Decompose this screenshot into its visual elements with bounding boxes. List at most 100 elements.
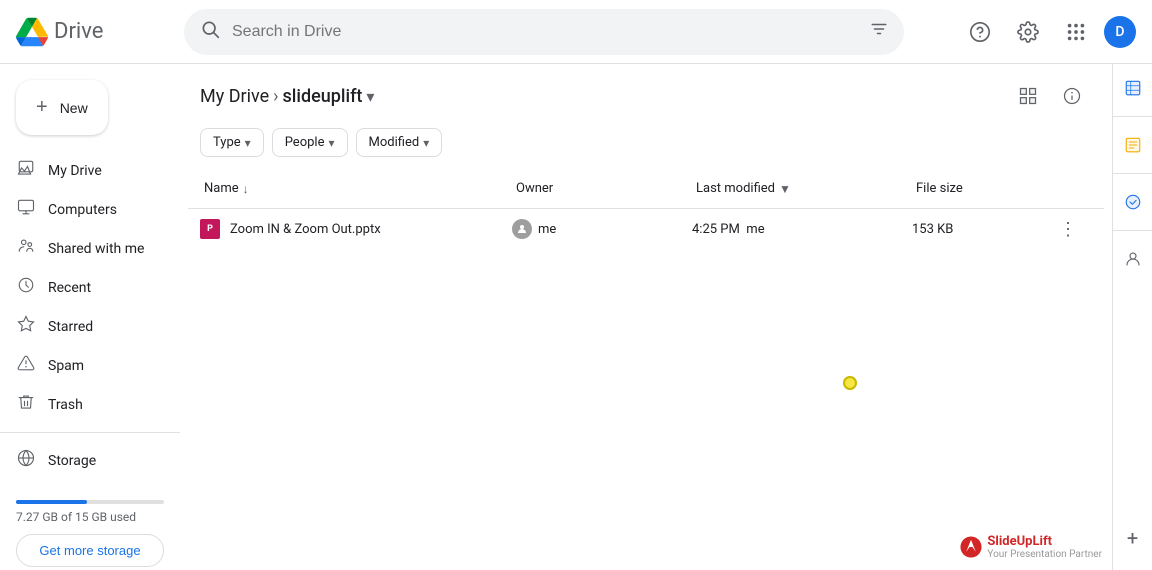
rp-contacts-icon[interactable]: [1117, 243, 1149, 275]
storage-section: 7.27 GB of 15 GB used Get more storage: [0, 480, 180, 570]
storage-bar-bg: [16, 500, 164, 504]
file-modified: 4:25 PM me: [692, 222, 765, 237]
sidebar-item-spam[interactable]: Spam: [0, 346, 172, 385]
main-content: My Drive › slideuplift ▾ Type ▾: [180, 64, 1112, 570]
file-more-button[interactable]: ⋮: [1052, 213, 1084, 245]
help-button[interactable]: [960, 12, 1000, 52]
sidebar-item-trash-label: Trash: [48, 397, 83, 413]
file-modified-cell: 4:25 PM me: [692, 222, 912, 237]
sidebar-item-starred[interactable]: Starred: [0, 307, 172, 346]
breadcrumb-parent[interactable]: My Drive: [200, 86, 269, 107]
file-owner-cell: me: [512, 219, 692, 239]
rp-notes-icon[interactable]: [1117, 129, 1149, 161]
rp-divider-2: [1113, 173, 1152, 174]
filter-people[interactable]: People ▾: [272, 128, 348, 157]
col-owner-header[interactable]: Owner: [512, 173, 692, 204]
search-input[interactable]: [232, 23, 858, 41]
table-row[interactable]: P Zoom IN & Zoom Out.pptx me 4:25 PM me …: [188, 209, 1104, 249]
rp-add-button[interactable]: +: [1117, 522, 1149, 554]
new-plus-icon: +: [36, 96, 48, 119]
col-size-header[interactable]: File size: [912, 173, 1052, 204]
sidebar-item-recent[interactable]: Recent: [0, 268, 172, 307]
watermark-logo-icon: [959, 535, 983, 559]
file-size: 153 KB: [912, 222, 953, 237]
sidebar-item-my-drive-label: My Drive: [48, 163, 102, 179]
file-actions-cell: ⋮: [1052, 213, 1092, 245]
filter-type-label: Type: [213, 135, 241, 150]
sidebar-item-trash[interactable]: Trash: [0, 385, 172, 424]
filter-bar: Type ▾ People ▾ Modified ▾: [180, 116, 1112, 169]
sidebar-item-spam-label: Spam: [48, 358, 84, 374]
sidebar: + New My Drive Computers Shared with me: [0, 64, 180, 570]
topbar-right: D: [960, 12, 1136, 52]
col-name-label: Name: [204, 181, 239, 196]
col-owner-label: Owner: [516, 181, 553, 196]
filter-type[interactable]: Type ▾: [200, 128, 264, 157]
sidebar-item-shared[interactable]: Shared with me: [0, 229, 172, 268]
filter-modified[interactable]: Modified ▾: [356, 128, 443, 157]
owner-avatar: [512, 219, 532, 239]
col-modified-label: Last modified: [696, 181, 775, 196]
file-size-cell: 153 KB: [912, 222, 1052, 237]
col-modified-header[interactable]: Last modified ▼: [692, 173, 912, 204]
logo-area: Drive: [16, 16, 176, 48]
rp-divider-3: [1113, 230, 1152, 231]
app-title: Drive: [54, 19, 103, 44]
watermark-text: SlideUpLift Your Presentation Partner: [959, 533, 1102, 560]
rp-divider-1: [1113, 116, 1152, 117]
info-button[interactable]: [1052, 76, 1092, 116]
rp-sheets-icon[interactable]: [1117, 72, 1149, 104]
starred-icon: [16, 315, 36, 338]
file-name: Zoom IN & Zoom Out.pptx: [230, 222, 381, 237]
table-header: Name ↓ Owner Last modified ▼ File size: [188, 169, 1104, 209]
get-storage-button[interactable]: Get more storage: [16, 534, 164, 567]
rp-tasks-icon[interactable]: [1117, 186, 1149, 218]
sidebar-item-my-drive[interactable]: My Drive: [0, 151, 172, 190]
spam-icon: [16, 354, 36, 377]
topbar: Drive D: [0, 0, 1152, 64]
watermark-brand: SlideUpLift: [987, 534, 1052, 549]
breadcrumb-actions: [1008, 76, 1092, 116]
recent-icon: [16, 276, 36, 299]
my-drive-icon: [16, 159, 36, 182]
new-button[interactable]: + New: [16, 80, 108, 135]
pptx-file-icon: P: [200, 219, 220, 239]
col-actions-header: [1052, 173, 1092, 204]
sidebar-item-storage[interactable]: Storage: [0, 441, 172, 480]
drive-logo-icon: [16, 16, 48, 48]
col-size-label: File size: [916, 181, 963, 196]
trash-icon: [16, 393, 36, 416]
file-table: Name ↓ Owner Last modified ▼ File size: [180, 169, 1112, 570]
file-owner: me: [538, 222, 556, 237]
watermark-tagline: Your Presentation Partner: [987, 549, 1102, 560]
search-bar[interactable]: [184, 9, 904, 55]
sidebar-item-recent-label: Recent: [48, 280, 91, 296]
filter-type-arrow-icon: ▾: [245, 136, 251, 150]
shared-icon: [16, 237, 36, 260]
filter-people-arrow-icon: ▾: [328, 136, 334, 150]
apps-button[interactable]: [1056, 12, 1096, 52]
filter-people-label: People: [285, 135, 325, 150]
breadcrumb-separator: ›: [273, 86, 278, 107]
breadcrumb-current[interactable]: slideuplift ▾: [283, 86, 375, 107]
new-label: New: [60, 100, 88, 116]
search-tune-icon[interactable]: [870, 20, 888, 43]
settings-button[interactable]: [1008, 12, 1048, 52]
breadcrumb: My Drive › slideuplift ▾: [180, 64, 1112, 116]
file-name-cell: P Zoom IN & Zoom Out.pptx: [200, 219, 512, 239]
col-name-header[interactable]: Name ↓: [200, 173, 512, 204]
search-icon: [200, 19, 220, 44]
sidebar-divider: [0, 432, 180, 433]
sidebar-item-shared-label: Shared with me: [48, 241, 144, 257]
storage-bar-fill: [16, 500, 87, 504]
sidebar-item-computers[interactable]: Computers: [0, 190, 172, 229]
filter-modified-label: Modified: [369, 135, 420, 150]
main-layout: + New My Drive Computers Shared with me: [0, 64, 1152, 570]
user-avatar[interactable]: D: [1104, 16, 1136, 48]
watermark: SlideUpLift Your Presentation Partner: [959, 533, 1102, 560]
breadcrumb-dropdown-icon: ▾: [366, 87, 374, 106]
grid-view-button[interactable]: [1008, 76, 1048, 116]
storage-icon: [16, 449, 36, 472]
right-panel: +: [1112, 64, 1152, 570]
col-name-sort-icon: ↓: [243, 182, 249, 196]
